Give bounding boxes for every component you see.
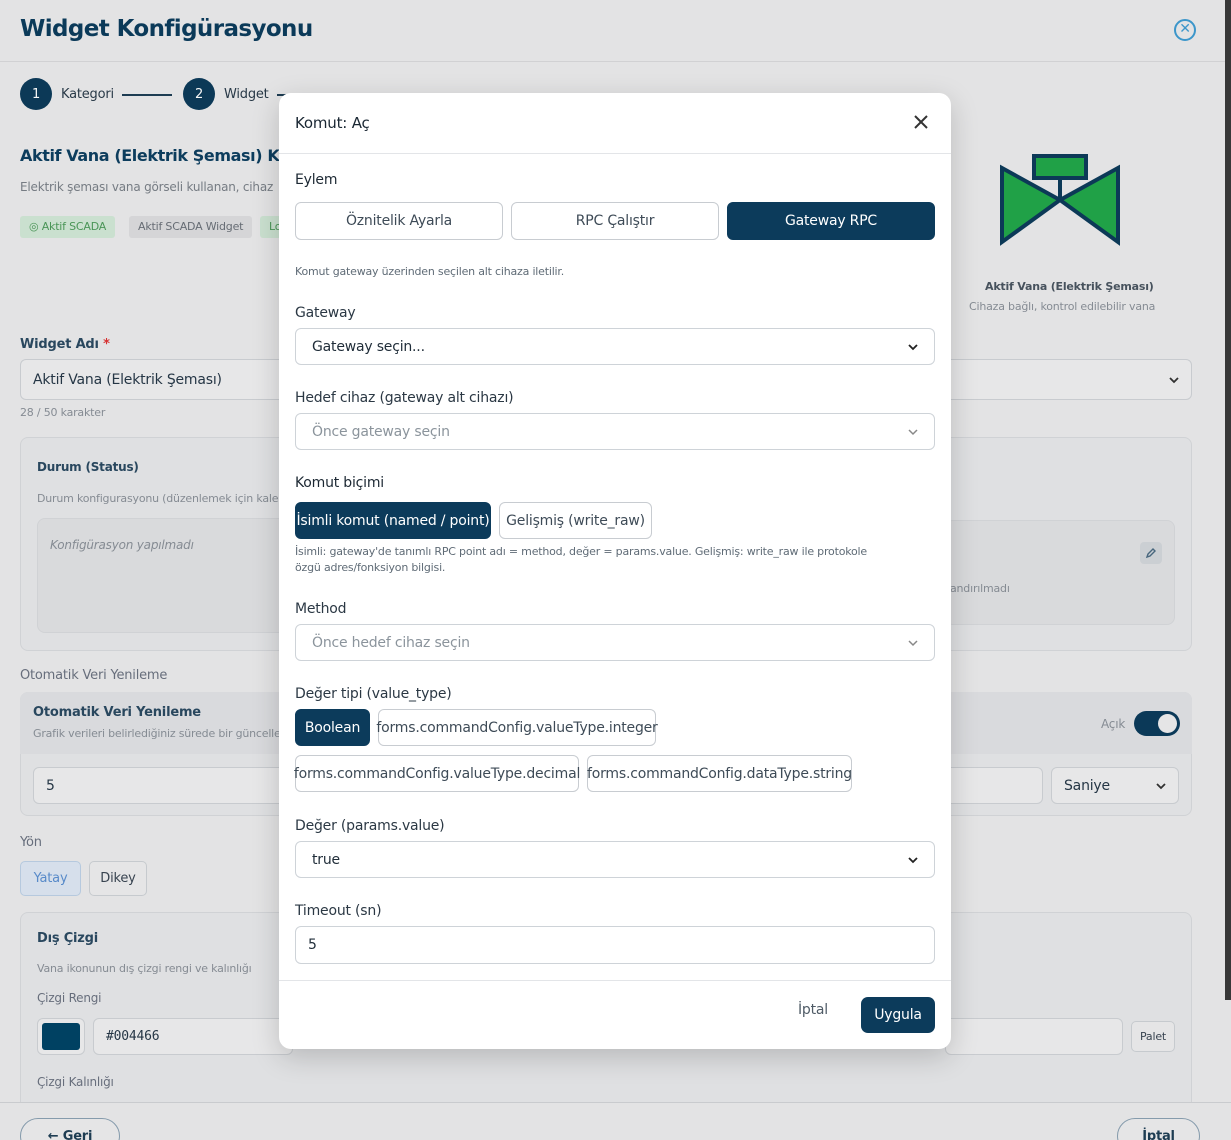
chevron-down-icon — [908, 856, 918, 863]
target-device-label: Hedef cihaz (gateway alt cihazı) — [295, 390, 514, 406]
value-type-decimal-button[interactable]: forms.commandConfig.valueType.decimal — [294, 755, 580, 792]
action-help-text: Komut gateway üzerinden seçilen alt ciha… — [295, 265, 565, 278]
modal-header — [279, 93, 951, 154]
target-device-select[interactable]: Önce gateway seçin — [295, 413, 935, 450]
format-help-text: İsimli: gateway'de tanımlı RPC point adı… — [295, 545, 867, 574]
value-type-label: Değer tipi (value_type) — [295, 686, 452, 702]
gateway-label: Gateway — [295, 305, 356, 321]
command-modal: Komut: Aç Eylem Öznitelik Ayarla RPC Çal… — [279, 93, 951, 1049]
value-label: Değer (params.value) — [295, 818, 445, 834]
modal-apply-button[interactable]: Uygula — [861, 997, 935, 1033]
modal-cancel-button[interactable]: İptal — [798, 1002, 828, 1018]
value-type-integer-button[interactable]: forms.commandConfig.valueType.integer — [376, 709, 658, 746]
value-type-string-button[interactable]: forms.commandConfig.dataType.string — [587, 755, 852, 792]
method-label: Method — [295, 601, 347, 617]
method-value: Önce hedef cihaz seçin — [312, 634, 470, 651]
close-icon[interactable] — [911, 112, 931, 132]
format-advanced-button[interactable]: Gelişmiş (write_raw) — [499, 502, 652, 539]
chevron-down-icon — [908, 343, 918, 350]
action-rpc-run-button[interactable]: RPC Çalıştır — [511, 202, 719, 240]
action-label: Eylem — [295, 172, 338, 188]
action-gateway-rpc-button[interactable]: Gateway RPC — [727, 202, 935, 240]
modal-footer — [279, 980, 951, 1049]
method-select[interactable]: Önce hedef cihaz seçin — [295, 624, 935, 661]
action-set-attribute-button[interactable]: Öznitelik Ayarla — [295, 202, 503, 240]
chevron-down-icon — [908, 428, 918, 435]
timeout-label: Timeout (sn) — [295, 903, 382, 919]
modal-title: Komut: Aç — [295, 114, 370, 132]
timeout-input[interactable]: 5 — [295, 926, 935, 964]
gateway-value: Gateway seçin... — [312, 338, 425, 355]
value-value: true — [312, 851, 340, 868]
gateway-select[interactable]: Gateway seçin... — [295, 328, 935, 365]
format-named-button[interactable]: İsimli komut (named / point) — [295, 502, 491, 539]
value-type-boolean-button[interactable]: Boolean — [295, 709, 370, 746]
chevron-down-icon — [908, 639, 918, 646]
command-format-label: Komut biçimi — [295, 475, 384, 491]
target-device-value: Önce gateway seçin — [312, 423, 450, 440]
value-select[interactable]: true — [295, 841, 935, 878]
